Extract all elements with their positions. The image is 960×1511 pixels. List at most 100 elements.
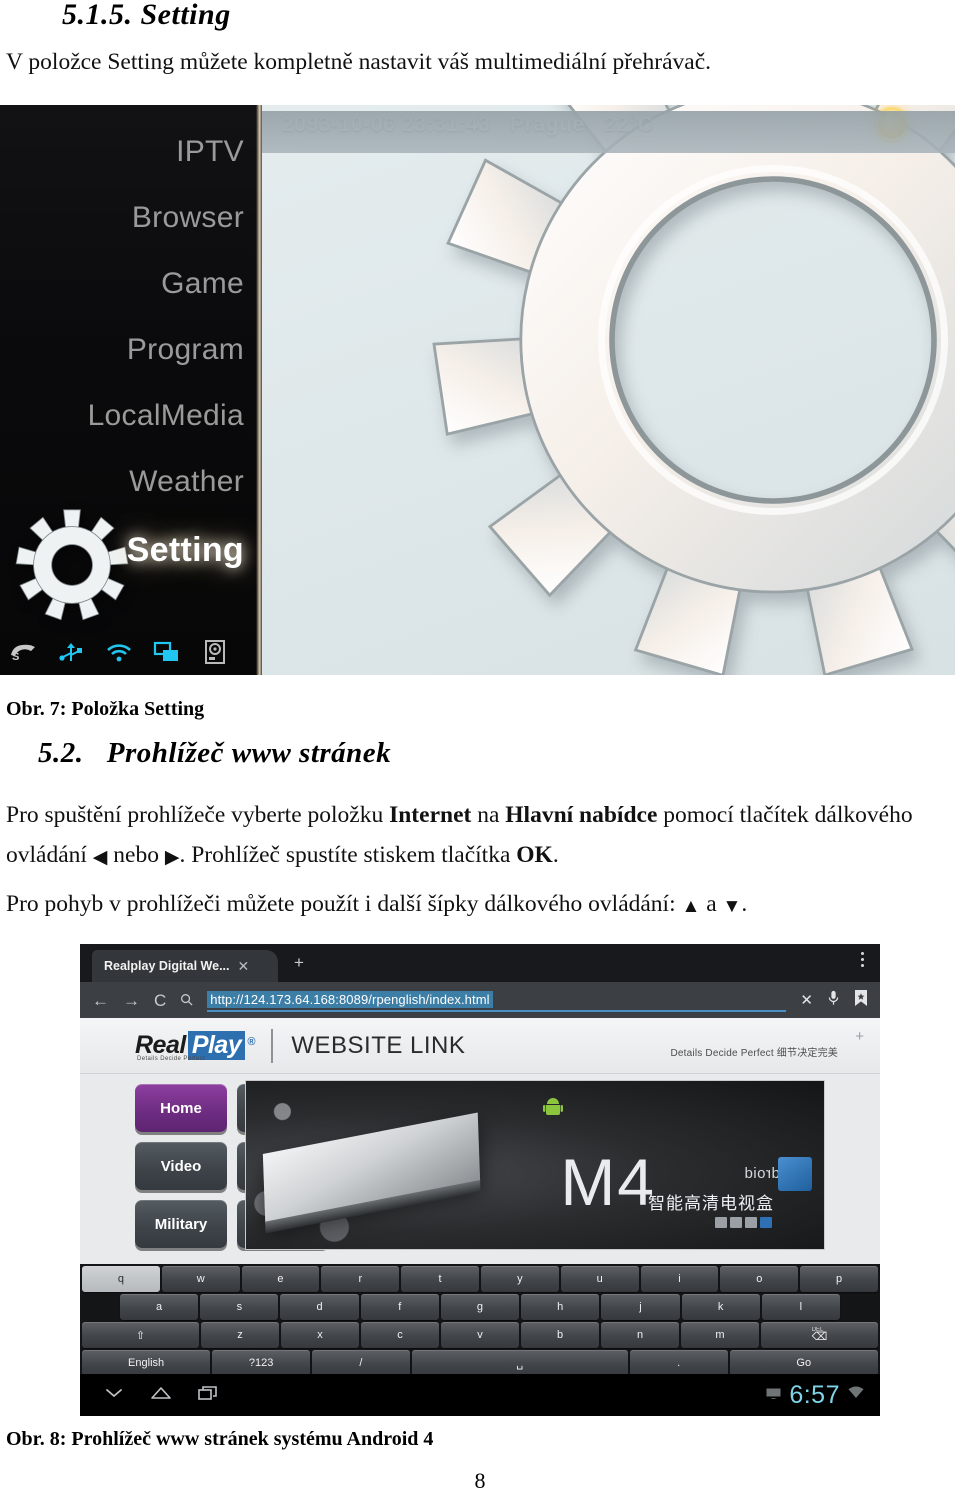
key-i[interactable]: i [640, 1266, 719, 1292]
key-f[interactable]: f [360, 1294, 439, 1320]
p52a-t4: nebo [107, 842, 165, 868]
key-a[interactable]: a [120, 1294, 199, 1320]
recent-apps-icon[interactable] [198, 1385, 218, 1406]
key-u[interactable]: u [560, 1266, 639, 1292]
key-symbols[interactable]: ?123 [212, 1350, 311, 1376]
p52a-b3: OK [516, 842, 553, 868]
p52b-t1: Pro pohyb v prohlížeči můžete použít i d… [6, 891, 682, 917]
arrow-down-icon: ▼ [722, 896, 742, 917]
key-w[interactable]: w [161, 1266, 240, 1292]
arrow-right-icon: ▶ [164, 847, 180, 868]
key-x[interactable]: x [281, 1322, 359, 1348]
logo-subtext: Details Decide Perfect [137, 1056, 206, 1062]
site-button-military[interactable]: Military [135, 1200, 227, 1248]
new-tab-button[interactable]: + [294, 954, 304, 971]
tv-menu-item-program[interactable]: Program [127, 333, 244, 367]
p52a-t6: . [552, 842, 559, 868]
key-slash[interactable]: / [312, 1350, 410, 1376]
key-n[interactable]: n [601, 1322, 679, 1348]
key-h[interactable]: h [521, 1294, 600, 1320]
tv-main-menu[interactable]: IPTV Browser Game Program LocalMedia Wea… [0, 105, 262, 675]
key-l[interactable]: l [761, 1294, 840, 1320]
figure7-caption: Obr. 7: Položka Setting [6, 698, 205, 720]
key-s[interactable]: s [200, 1294, 279, 1320]
site-button-video[interactable]: Video [135, 1142, 227, 1190]
key-t[interactable]: t [401, 1266, 479, 1292]
navbar-clock: 6:57 [789, 1380, 840, 1409]
p52b-t2: a [700, 891, 723, 917]
key-y[interactable]: y [480, 1266, 559, 1292]
product-banner[interactable]: M4 android 智能高清电视盒 [245, 1080, 825, 1250]
browser-tab[interactable]: Realplay Digital We... ✕ [92, 950, 278, 982]
key-k[interactable]: k [681, 1294, 760, 1320]
p52b-t3: . [741, 891, 748, 917]
tv-status-icon-row: S [8, 639, 230, 665]
address-bar-value: http://124.173.64.168:8089/rpenglish/ind… [207, 990, 493, 1008]
home-icon[interactable] [150, 1385, 172, 1406]
p52a-t5: . Prohlížeč spustíte stiskem tlačítka [179, 842, 517, 868]
overflow-menu-icon[interactable] [861, 952, 864, 967]
key-c[interactable]: c [361, 1322, 439, 1348]
site-button-home[interactable]: Home [135, 1084, 227, 1132]
microphone-icon[interactable] [827, 990, 840, 1010]
key-shift[interactable]: ⇧ [82, 1322, 199, 1348]
site-tagline: Details Decide Perfect 细节决定完美 [670, 1048, 838, 1059]
tv-menu-item-iptv[interactable]: IPTV [176, 135, 244, 169]
paragraph-browser-launch: Pro spuštění prohlížeče vyberte položku … [6, 795, 956, 875]
tv-bright-panel: 2093-10-06 23:31:43 Prague 22°C [258, 105, 955, 675]
key-m[interactable]: m [681, 1322, 759, 1348]
key-go[interactable]: Go [729, 1350, 878, 1376]
tv-menu-item-setting[interactable]: Setting [127, 531, 244, 570]
chevron-down-icon[interactable] [104, 1386, 124, 1405]
key-z[interactable]: z [201, 1322, 279, 1348]
svg-text:S: S [12, 651, 19, 663]
p52a-b2: Hlavní nabídce [505, 802, 658, 828]
key-v[interactable]: v [441, 1322, 519, 1348]
key-backspace-sublabel: DEL [811, 1327, 824, 1333]
key-d[interactable]: d [280, 1294, 359, 1320]
key-p[interactable]: p [800, 1266, 878, 1292]
key-o[interactable]: o [720, 1266, 799, 1292]
keyboard-row-4: English ?123 / ␣ . Go [82, 1350, 878, 1376]
key-space[interactable]: ␣ [411, 1350, 628, 1376]
section-5-2-heading: 5.2. Prohlížeč www stránek [38, 737, 391, 770]
gear-icon [423, 105, 955, 675]
key-j[interactable]: j [601, 1294, 680, 1320]
android-keyboard[interactable]: q w e r t y u i o p a s d f g h j k l ⇧ … [80, 1264, 880, 1376]
close-icon[interactable]: ✕ [238, 959, 250, 973]
key-r[interactable]: r [321, 1266, 400, 1292]
forward-icon[interactable]: → [123, 992, 140, 1009]
key-period[interactable]: . [629, 1350, 728, 1376]
stop-loading-icon[interactable]: ✕ [800, 991, 813, 1009]
tv-status-bar [258, 111, 955, 153]
figure8-caption: Obr. 8: Prohlížeč www stránek systému An… [6, 1428, 434, 1450]
section-5-2-title: Prohlížeč www stránek [106, 737, 392, 769]
key-b[interactable]: b [521, 1322, 599, 1348]
plus-decoration-icon: + [855, 1028, 864, 1045]
key-language[interactable]: English [82, 1350, 211, 1376]
reload-icon[interactable]: C [154, 992, 166, 1009]
address-bar[interactable]: http://124.173.64.168:8089/rpenglish/ind… [207, 988, 787, 1012]
browser-tab-title: Realplay Digital We... [104, 959, 230, 973]
tv-menu-item-game[interactable]: Game [161, 267, 244, 301]
back-icon[interactable]: ← [92, 992, 109, 1009]
key-g[interactable]: g [440, 1294, 520, 1320]
page-number: 8 [474, 1468, 486, 1493]
tv-menu-item-weather[interactable]: Weather [129, 465, 244, 499]
key-q[interactable]: q [82, 1266, 160, 1292]
bookmark-icon[interactable] [854, 990, 868, 1010]
header-divider [271, 1028, 274, 1063]
keyboard-row-1: q w e r t y u i o p [82, 1266, 878, 1292]
logo-registered-mark: ® [247, 1036, 256, 1048]
android-robot-icon [542, 1097, 564, 1119]
banner-blue-logo [778, 1157, 812, 1191]
document-page: 5.1.5. Setting V položce Setting můžete … [0, 0, 960, 1511]
arrow-left-icon: ◀ [92, 847, 108, 868]
navbar-buttons [104, 1385, 218, 1406]
key-e[interactable]: e [241, 1266, 320, 1292]
keyboard-row-3: ⇧ z x c v b n m DEL ⌫ [82, 1322, 878, 1348]
paragraph-browser-navigation: Pro pohyb v prohlížeči můžete použít i d… [6, 884, 956, 924]
tv-menu-item-localmedia[interactable]: LocalMedia [88, 399, 244, 433]
key-backspace[interactable]: DEL ⌫ [761, 1322, 878, 1348]
tv-menu-item-browser[interactable]: Browser [132, 201, 244, 235]
